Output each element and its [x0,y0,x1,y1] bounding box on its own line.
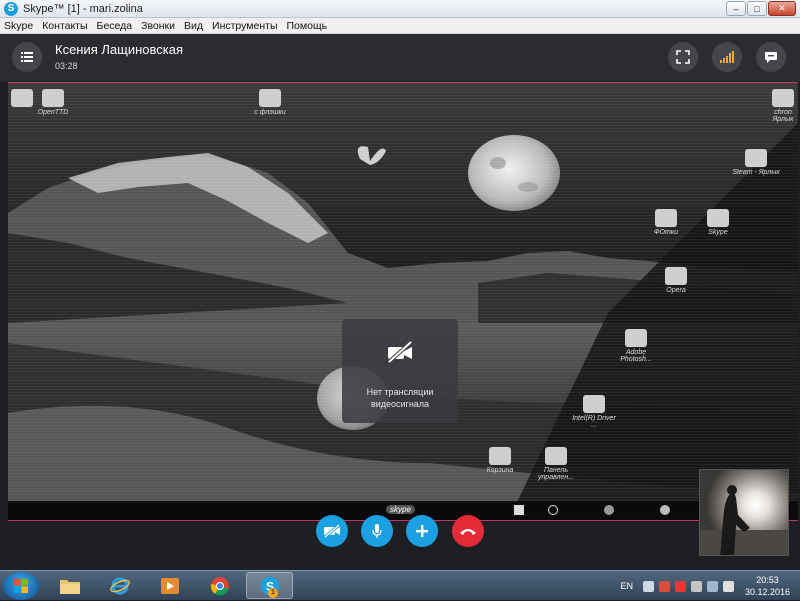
menu-bar: Skype Контакты Беседа Звонки Вид Инструм… [0,18,800,34]
window-titlebar: S Skype™ [1] - mari.zolina – □ ✕ [0,0,800,18]
desktop-icon-openttd: OpenTTD [28,89,78,116]
menu-item-skype[interactable]: Skype [4,20,33,32]
menu-item-view[interactable]: Вид [184,20,203,32]
photoshop-icon [625,329,647,347]
skype-notification-badge: 1 [268,588,278,598]
camera-off-icon [324,524,340,538]
list-icon [21,52,33,62]
desktop-icon-chrome: chron Ярлык [768,89,798,123]
intel-driver-icon [583,395,605,413]
video-toggle-button[interactable] [316,515,348,547]
call-quality-button[interactable] [712,42,742,72]
language-indicator[interactable]: EN [620,581,633,591]
antivirus-icon[interactable] [658,580,670,592]
menu-item-help[interactable]: Помощь [287,20,328,32]
no-video-line2: видеосигнала [370,399,430,409]
maximize-button[interactable]: □ [747,1,767,16]
menu-item-tools[interactable]: Инструменты [212,20,277,32]
remote-start-icon [514,505,524,515]
control-panel-icon [545,447,567,465]
chrome-icon [210,576,229,595]
system-tray: EN 20:53 30.12.2016 [620,571,800,601]
remote-skype-icon [660,505,670,515]
add-participant-button[interactable] [406,515,438,547]
taskbar-internet-explorer[interactable] [96,572,143,599]
clock-time: 20:53 [756,575,779,585]
self-view-image [700,470,788,555]
remote-screen-image [8,83,798,520]
flag-icon[interactable] [642,580,654,592]
call-stage: OpenTTD с флэшки chron Ярлык Steam - Ярл… [0,82,800,570]
desktop-icon-flash: с флэшки [242,89,298,116]
skype-icon [707,209,729,227]
windows-taskbar: S 1 EN 20:53 30.12.2016 [0,570,800,600]
remote-skype-badge: skype [386,505,415,514]
self-view-video [699,469,789,556]
desktop-icon-photoshop: Adobe Photosh... [612,329,660,363]
app-tray-icon[interactable] [674,580,686,592]
network-icon[interactable] [706,580,718,592]
call-menu-button[interactable] [12,42,42,72]
taskbar-chrome[interactable] [196,572,243,599]
call-header: Ксения Лащиновская 03:28 [0,34,800,82]
taskbar-skype[interactable]: S 1 [246,572,293,599]
menu-item-conversation[interactable]: Беседа [97,20,133,32]
fullscreen-button[interactable] [668,42,698,72]
recycle-bin-icon [489,447,511,465]
chat-bubble-icon [765,51,777,63]
microphone-icon [372,524,382,538]
desktop-icon-recycle-bin: Корзина [478,447,522,474]
desktop-icon-intel: Intel(R) Driver ... [570,395,618,429]
skype-logo-icon: S [4,1,18,16]
remote-search-icon [548,505,558,515]
volume-icon[interactable] [722,580,734,592]
clock-date: 30.12.2016 [744,587,790,597]
chat-button[interactable] [756,42,786,72]
steam-icon [745,149,767,167]
windows-logo-icon [14,579,28,593]
signal-bars-icon [720,51,734,63]
desktop-icon-control-panel: Панель управлен... [530,447,582,481]
desktop-icon-skype: Skype [700,209,736,236]
security-icon[interactable] [690,580,702,592]
menu-item-calls[interactable]: Звонки [141,20,175,32]
microphone-button[interactable] [361,515,393,547]
start-button[interactable] [3,572,39,600]
chrome-icon [772,89,794,107]
close-button[interactable]: ✕ [768,1,796,16]
window-controls: – □ ✕ [726,1,796,16]
camera-off-icon [387,341,413,363]
window-title: Skype™ [1] - mari.zolina [23,2,143,15]
folder-icon [655,209,677,227]
no-video-line1: Нет трансляции [366,387,434,397]
desktop-icon-photos: ФОтки [644,209,688,236]
no-video-notice: Нет трансляции видеосигнала [342,319,458,423]
plus-icon [416,525,428,537]
hangup-button[interactable] [452,515,484,547]
clock[interactable]: 20:53 30.12.2016 [745,574,790,598]
remote-video: OpenTTD с флэшки chron Ярлык Steam - Ярл… [8,82,798,520]
taskbar-explorer[interactable] [46,572,93,599]
media-player-icon [160,577,179,594]
desktop-icon-opera: Opera [658,267,694,294]
folder-icon [259,89,281,107]
taskbar-media-player[interactable] [146,572,193,599]
call-duration: 03:28 [55,61,78,71]
contact-name: Ксения Лащиновская [55,42,184,57]
expand-icon [676,50,690,64]
desktop-icon-steam: Steam - Ярлык [732,149,780,176]
menu-item-contacts[interactable]: Контакты [42,20,87,32]
remote-app-icon [604,505,614,515]
phone-hangup-icon [460,529,476,535]
call-controls [0,515,800,549]
internet-explorer-icon [109,577,130,594]
minimize-button[interactable]: – [726,1,746,16]
openttd-icon [42,89,64,107]
opera-icon [665,267,687,285]
folder-icon [59,579,80,594]
